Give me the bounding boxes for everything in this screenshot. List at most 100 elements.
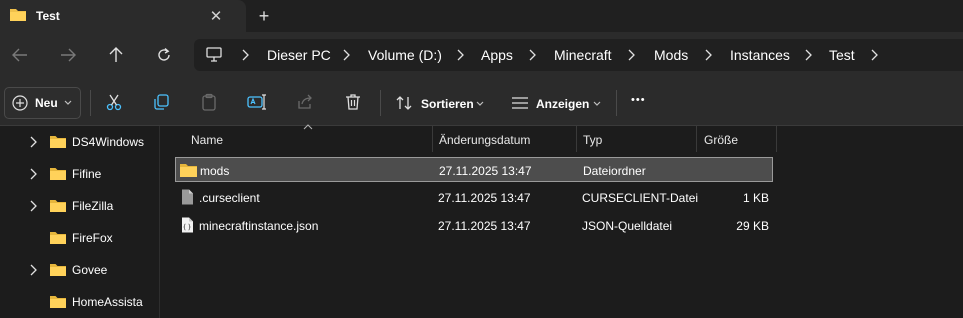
column-divider[interactable] xyxy=(776,126,777,152)
column-header-name[interactable]: Name xyxy=(191,133,223,159)
column-header-type[interactable]: Typ xyxy=(583,133,602,159)
sidebar-item-firefox[interactable]: FireFox xyxy=(0,224,160,252)
sort-button[interactable]: Sortieren xyxy=(390,87,490,119)
file-type: Dateiordner xyxy=(583,164,646,178)
monitor-icon xyxy=(206,47,222,62)
folder-icon xyxy=(180,164,197,177)
arrow-up-icon xyxy=(109,47,123,62)
share-button[interactable] xyxy=(294,91,316,113)
new-tab-button[interactable]: + xyxy=(254,6,274,26)
breadcrumb-mods[interactable]: Mods xyxy=(654,47,688,63)
sidebar-item-label: DS4Windows xyxy=(72,135,145,149)
file-type: CURSECLIENT-Datei xyxy=(582,191,699,205)
breadcrumb-instances[interactable]: Instances xyxy=(730,47,790,63)
tab-title: Test xyxy=(36,9,60,23)
folder-icon xyxy=(50,296,66,308)
plus-circle-icon xyxy=(12,95,28,111)
chevron-right-icon xyxy=(457,49,464,61)
breadcrumb-minecraft[interactable]: Minecraft xyxy=(554,47,612,63)
more-options-button[interactable]: ••• xyxy=(631,94,646,106)
chevron-right-icon xyxy=(705,49,712,61)
sidebar-item-label: HomeAssista xyxy=(72,295,143,309)
command-bar: Neu Sortieren Anzeigen ••• xyxy=(0,78,963,126)
tab-bar: Test ✕ + xyxy=(0,0,963,32)
file-name: .curseclient xyxy=(199,191,260,205)
file-row-curseclient[interactable]: .curseclient 27.11.2025 13:47 CURSECLIEN… xyxy=(175,185,773,210)
column-divider[interactable] xyxy=(576,126,577,152)
file-name: mods xyxy=(200,164,230,178)
chevron-right-icon[interactable] xyxy=(28,264,38,276)
sort-icon xyxy=(396,96,412,110)
refresh-button[interactable] xyxy=(150,41,178,69)
breadcrumb-apps[interactable]: Apps xyxy=(481,47,513,63)
toolbar-divider xyxy=(616,90,617,116)
chevron-right-icon xyxy=(529,49,536,61)
chevron-down-icon xyxy=(476,101,484,106)
new-button[interactable]: Neu xyxy=(4,87,81,119)
sidebar-item-label: FireFox xyxy=(72,231,113,245)
file-date: 27.11.2025 13:47 xyxy=(439,164,532,178)
breadcrumb-test[interactable]: Test xyxy=(829,47,855,63)
view-list-icon xyxy=(512,97,528,109)
new-button-label: Neu xyxy=(35,96,58,110)
column-divider[interactable] xyxy=(696,126,697,152)
copy-icon xyxy=(154,94,169,110)
json-file-icon xyxy=(182,217,193,233)
file-type: JSON-Quelldatei xyxy=(582,219,673,233)
chevron-right-icon xyxy=(805,49,812,61)
breadcrumb-volume-d[interactable]: Volume (D:) xyxy=(368,47,442,63)
file-size: 29 KB xyxy=(736,219,769,233)
view-button[interactable]: Anzeigen xyxy=(505,87,605,119)
chevron-down-icon xyxy=(593,101,601,106)
folder-icon xyxy=(50,136,66,148)
sidebar-item-label: Fifine xyxy=(72,167,102,181)
sidebar-item-filezilla[interactable]: FileZilla xyxy=(0,192,160,220)
navigation-pane: DS4Windows Fifine FileZilla FireFox Gove… xyxy=(0,126,160,318)
chevron-right-icon xyxy=(628,49,635,61)
arrow-right-icon xyxy=(61,48,76,62)
chevron-right-icon xyxy=(242,49,249,61)
view-label: Anzeigen xyxy=(536,97,590,111)
chevron-right-icon[interactable] xyxy=(28,136,38,148)
forward-button[interactable] xyxy=(54,41,82,69)
chevron-right-icon[interactable] xyxy=(869,48,879,62)
sort-label: Sortieren xyxy=(421,97,474,111)
chevron-right-icon xyxy=(343,49,350,61)
tab-test[interactable]: Test ✕ xyxy=(0,0,246,32)
file-row-minecraftinstance-json[interactable]: minecraftinstance.json 27.11.2025 13:47 … xyxy=(175,213,773,238)
folder-icon xyxy=(50,264,66,276)
file-row-mods[interactable]: mods 27.11.2025 13:47 Dateiordner xyxy=(175,157,773,182)
rename-icon xyxy=(247,94,266,110)
column-header-date[interactable]: Änderungsdatum xyxy=(439,133,530,159)
navigation-bar: Dieser PC Volume (D:) Apps Minecraft Mod… xyxy=(0,32,963,78)
rename-button[interactable] xyxy=(246,91,268,113)
cut-button[interactable] xyxy=(103,91,125,113)
sidebar-item-govee[interactable]: Govee xyxy=(0,256,160,284)
paste-button[interactable] xyxy=(198,91,220,113)
close-tab-icon[interactable]: ✕ xyxy=(206,6,226,26)
file-date: 27.11.2025 13:47 xyxy=(438,191,531,205)
toolbar-divider xyxy=(90,90,91,116)
chevron-right-icon[interactable] xyxy=(28,168,38,180)
toolbar-divider xyxy=(380,90,381,116)
delete-button[interactable] xyxy=(342,91,364,113)
chevron-right-icon[interactable] xyxy=(28,200,38,212)
file-name: minecraftinstance.json xyxy=(199,219,319,233)
sidebar-item-ds4windows[interactable]: DS4Windows xyxy=(0,128,160,156)
breadcrumb-dieser-pc[interactable]: Dieser PC xyxy=(267,47,331,63)
back-button[interactable] xyxy=(6,41,34,69)
copy-button[interactable] xyxy=(150,91,172,113)
sidebar-item-label: Govee xyxy=(72,263,108,277)
sidebar-item-homeassistant[interactable]: HomeAssista xyxy=(0,288,160,316)
column-divider[interactable] xyxy=(432,126,433,152)
sidebar-item-label: FileZilla xyxy=(72,199,114,213)
file-icon xyxy=(182,189,193,205)
sidebar-item-fifine[interactable]: Fifine xyxy=(0,160,160,188)
share-icon xyxy=(298,94,312,109)
up-button[interactable] xyxy=(102,41,130,69)
address-bar[interactable]: Dieser PC Volume (D:) Apps Minecraft Mod… xyxy=(194,39,963,71)
folder-icon xyxy=(50,168,66,180)
column-header-size[interactable]: Größe xyxy=(704,133,738,159)
refresh-icon xyxy=(158,47,170,61)
scissors-icon xyxy=(106,94,122,111)
